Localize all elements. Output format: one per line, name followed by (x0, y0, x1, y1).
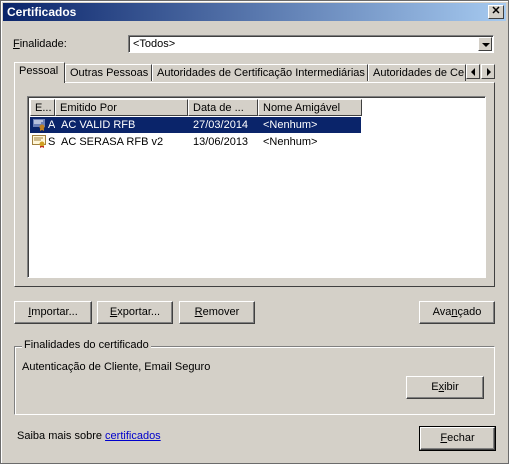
finalidade-value: <Todos> (133, 38, 176, 50)
fechar-button[interactable]: Fechar (419, 426, 496, 451)
footer-text: Saiba mais sobre certificados (17, 430, 161, 442)
column-header-data[interactable]: Data de ... (188, 99, 258, 116)
certificados-link[interactable]: certificados (105, 430, 161, 442)
cell-nome-amigavel: <Nenhum> (263, 119, 318, 131)
window-title: Certificados (7, 5, 77, 19)
arrow-left-icon (471, 68, 475, 76)
column-header-emitido-para[interactable]: E... (30, 99, 55, 116)
tab-autoridades-intermediarias[interactable]: Autoridades de Certificação Intermediári… (152, 64, 368, 81)
importar-button[interactable]: Importar... (14, 301, 92, 324)
cell-emitido-para: S (48, 136, 55, 148)
tab-autoridades-raiz[interactable]: Autoridades de Ce (368, 64, 466, 81)
tab-scroll-right-button[interactable] (481, 64, 495, 79)
tab-pessoal[interactable]: Pessoal (14, 62, 65, 83)
cell-emitido-por: AC SERASA RFB v2 (61, 136, 164, 148)
finalidade-dropdown[interactable]: <Todos> (128, 35, 494, 53)
finalidade-label: Finalidade: (13, 38, 67, 50)
column-header-nome-amigavel[interactable]: Nome Amigável (258, 99, 362, 116)
tab-outras-pessoas[interactable]: Outras Pessoas (65, 64, 152, 81)
footer-prefix: Saiba mais sobre (17, 430, 106, 442)
title-bar[interactable]: Certificados ✕ (3, 3, 506, 21)
finalidades-value: Autenticação de Cliente, Email Seguro (22, 361, 211, 373)
chevron-down-icon[interactable] (478, 37, 492, 51)
table-row[interactable]: S AC SERASA RFB v2 13/06/2013 <Nenhum> (30, 134, 361, 150)
tab-label: Pessoal (19, 65, 59, 77)
avancado-button[interactable]: Avançado (419, 301, 495, 324)
table-row[interactable]: A AC VALID RFB 27/03/2014 <Nenhum> (30, 117, 361, 133)
button-label: mportar... (31, 306, 78, 318)
button-label: emover (202, 306, 240, 318)
cell-data: 13/06/2013 (193, 136, 249, 148)
certificate-icon (32, 118, 46, 131)
tab-label: Autoridades de Ce (373, 67, 465, 79)
tab-strip: Pessoal Outras Pessoas Autoridades de Ce… (14, 62, 495, 83)
cell-data: 27/03/2014 (193, 119, 249, 131)
button-label: Ava (432, 306, 452, 318)
button-mnemonic: R (194, 306, 203, 318)
tab-scroll-left-button[interactable] (466, 64, 480, 79)
tab-label: Outras Pessoas (70, 67, 149, 79)
exportar-button[interactable]: Exportar... (97, 301, 173, 324)
column-header-emitido-por[interactable]: Emitido Por (55, 99, 188, 116)
close-button[interactable]: ✕ (488, 5, 504, 19)
exibir-button[interactable]: Exibir (406, 376, 484, 399)
finalidades-group-title: Finalidades do certificado (22, 339, 151, 351)
remover-button[interactable]: Remover (179, 301, 255, 324)
cell-emitido-por: AC VALID RFB (61, 119, 136, 131)
arrow-right-icon (487, 68, 491, 76)
button-label: E (431, 381, 439, 393)
button-label: xportar... (117, 306, 161, 318)
cell-nome-amigavel: <Nenhum> (263, 136, 318, 148)
cell-emitido-para: A (48, 119, 55, 131)
button-label: ibir (444, 381, 459, 393)
certificate-icon (32, 135, 46, 148)
tab-label: Autoridades de Certificação Intermediári… (157, 67, 365, 79)
certificate-list[interactable]: E... Emitido Por Data de ... Nome Amigáv… (27, 96, 486, 278)
button-label: echar (447, 432, 475, 444)
button-label: çado (457, 306, 482, 318)
